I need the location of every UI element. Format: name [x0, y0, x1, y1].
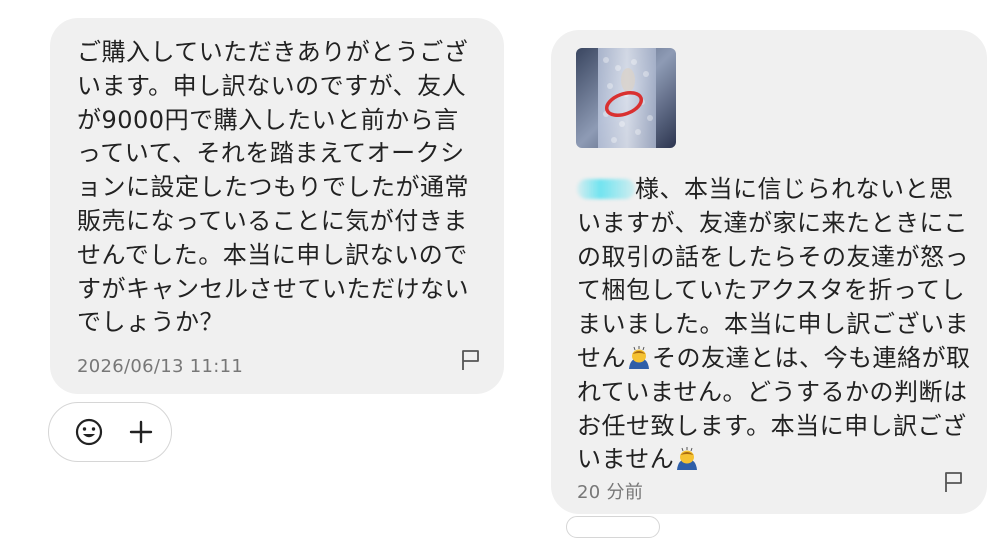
message-timestamp: 2026/06/13 11:11	[77, 356, 244, 377]
attached-photo-thumbnail[interactable]	[576, 48, 676, 148]
add-reaction-smile-icon[interactable]	[73, 416, 105, 448]
redacted-name-highlight	[577, 179, 635, 199]
message-timestamp: 20 分前	[577, 482, 644, 503]
bowing-person-emoji	[626, 344, 652, 370]
report-flag-icon[interactable]	[941, 470, 967, 494]
reaction-bar-partial[interactable]	[566, 516, 660, 538]
add-plus-icon[interactable]	[125, 416, 157, 448]
message-text: 様、本当に信じられないと思いますが、友達が家に来たときにこの取引の話をしたらその…	[577, 173, 973, 477]
message-text-part1: 様、本当に信じられないと思いますが、友達が家に来たときにこの取引の話をしたらその…	[577, 175, 969, 372]
report-flag-icon[interactable]	[458, 348, 484, 372]
message-bubble-left: ご購入していただきありがとうございます。申し訳ないのですが、友人が9000円で購…	[50, 18, 504, 394]
message-bubble-right: 様、本当に信じられないと思いますが、友達が家に来たときにこの取引の話をしたらその…	[551, 30, 987, 514]
bowing-person-emoji	[674, 445, 700, 471]
message-text: ご購入していただきありがとうございます。申し訳ないのですが、友人が9000円で購…	[77, 38, 469, 337]
reaction-bar	[48, 402, 172, 462]
